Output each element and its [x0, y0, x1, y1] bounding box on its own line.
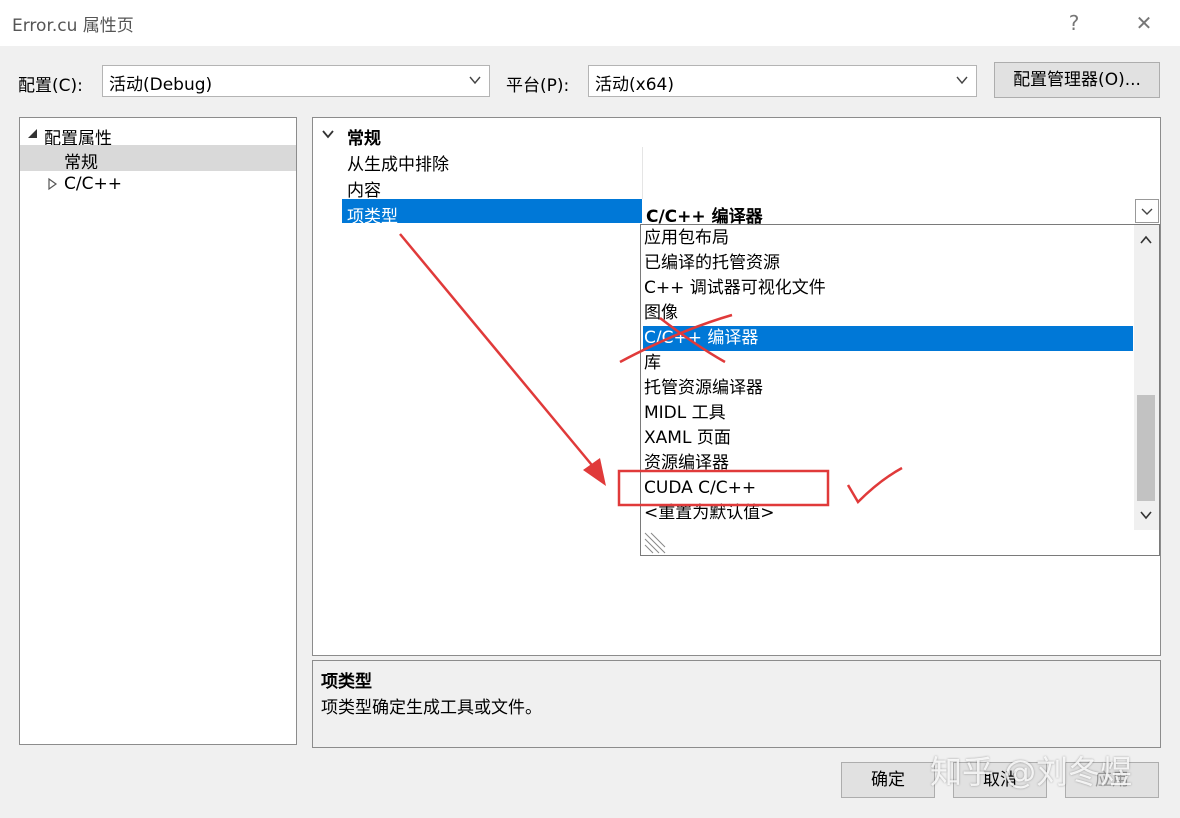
dropdown-item[interactable]: 库 [643, 351, 1133, 376]
scroll-up-icon[interactable] [1139, 233, 1153, 247]
description-title: 项类型 [321, 672, 372, 692]
dropdown-item[interactable]: 应用包布局 [643, 226, 1133, 251]
config-value: 活动(Debug) [109, 75, 213, 95]
expanded-arrow-icon [28, 129, 37, 138]
watermark: 知乎 @刘冬煜 [930, 753, 1133, 791]
dropdown-item[interactable]: 资源编译器 [643, 451, 1133, 476]
grid-separator [642, 173, 643, 199]
config-label: 配置(C): [18, 76, 83, 96]
chevron-down-icon [956, 76, 968, 85]
grid-row-content[interactable]: 内容 [342, 173, 1160, 201]
grid-separator [642, 147, 643, 173]
platform-combo[interactable]: 活动(x64) [588, 65, 977, 97]
description-panel: 项类型 项类型确定生成工具或文件。 [312, 660, 1161, 748]
grid-category-label: 常规 [347, 129, 381, 149]
tree-item-label: C/C++ [64, 174, 122, 194]
dropdown-item[interactable]: 托管资源编译器 [643, 376, 1133, 401]
chevron-down-icon [322, 130, 334, 139]
config-combo[interactable]: 活动(Debug) [102, 65, 490, 97]
collapsed-arrow-icon [48, 177, 58, 191]
platform-label: 平台(P): [506, 76, 570, 96]
tree-item-cpp[interactable]: C/C++ [20, 171, 296, 197]
dropdown-item-cuda[interactable]: CUDA C/C++ [643, 476, 1133, 501]
dropdown-item[interactable]: XAML 页面 [643, 426, 1133, 451]
chevron-down-icon [1141, 208, 1153, 215]
item-type-dropdown-list[interactable]: 应用包布局 已编译的托管资源 C++ 调试器可视化文件 图像 C/C++ 编译器… [640, 224, 1160, 556]
chevron-down-icon [469, 76, 481, 85]
dropdown-item[interactable]: <重置为默认值> [643, 501, 1133, 526]
item-type-dropdown-button[interactable] [1135, 199, 1159, 223]
grid-row-exclude-from-build[interactable]: 从生成中排除 [342, 147, 1160, 175]
scroll-down-icon[interactable] [1139, 508, 1153, 522]
help-button[interactable]: ? [1054, 8, 1094, 38]
grid-row-name: 内容 [347, 181, 381, 201]
tree-item-label: 常规 [64, 153, 98, 173]
grid-category-general[interactable]: 常规 [313, 121, 1160, 149]
dropdown-item-highlighted[interactable]: C/C++ 编译器 [643, 326, 1133, 351]
tree-item-config-properties[interactable]: 配置属性 [20, 121, 296, 149]
grid-row-name: 项类型 [347, 207, 398, 227]
window-title: Error.cu 属性页 [12, 16, 134, 36]
platform-value: 活动(x64) [595, 75, 674, 95]
dropdown-scrollbar[interactable] [1134, 225, 1159, 530]
description-text: 项类型确定生成工具或文件。 [321, 698, 542, 718]
grid-row-name: 从生成中排除 [347, 155, 449, 175]
tree-item-general[interactable]: 常规 [20, 145, 296, 173]
dropdown-item[interactable]: C++ 调试器可视化文件 [643, 276, 1133, 301]
scrollbar-thumb[interactable] [1137, 395, 1155, 501]
close-button[interactable]: ✕ [1124, 8, 1164, 38]
property-tree: 配置属性 常规 C/C++ [19, 117, 297, 745]
dropdown-item[interactable]: MIDL 工具 [643, 401, 1133, 426]
ok-button[interactable]: 确定 [841, 762, 935, 798]
resize-grip-icon[interactable] [643, 531, 667, 555]
title-bar: Error.cu 属性页 ? ✕ [0, 0, 1180, 46]
config-manager-button[interactable]: 配置管理器(O)... [994, 62, 1160, 98]
dropdown-item[interactable]: 图像 [643, 301, 1133, 326]
grid-row-item-type[interactable]: 项类型 C/C++ 编译器 [342, 199, 1160, 227]
dropdown-item[interactable]: 已编译的托管资源 [643, 251, 1133, 276]
